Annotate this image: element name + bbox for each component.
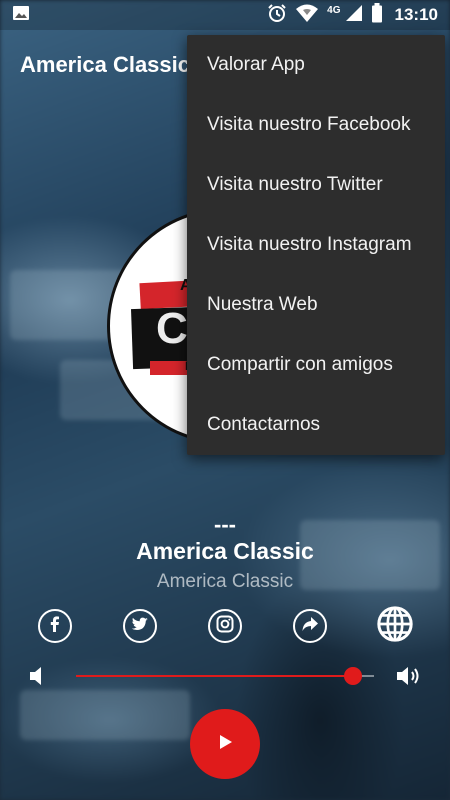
menu-item-instagram[interactable]: Visita nuestro Instagram bbox=[187, 215, 445, 275]
battery-icon bbox=[371, 2, 383, 28]
network-type: 4G bbox=[327, 4, 341, 16]
volume-slider-fill bbox=[76, 675, 354, 677]
instagram-button[interactable] bbox=[208, 609, 242, 643]
app-title: America Classic bbox=[20, 52, 190, 77]
wifi-icon bbox=[295, 3, 319, 28]
image-notification-icon bbox=[12, 5, 30, 26]
website-button[interactable] bbox=[377, 605, 413, 643]
now-playing-text: --- bbox=[214, 512, 236, 537]
play-icon bbox=[216, 733, 234, 756]
facebook-button[interactable] bbox=[38, 609, 72, 643]
menu-item-website[interactable]: Nuestra Web bbox=[187, 275, 445, 335]
cell-signal-icon bbox=[345, 4, 363, 27]
social-buttons-row bbox=[0, 605, 450, 647]
volume-high-icon[interactable] bbox=[395, 664, 421, 688]
menu-item-contact[interactable]: Contactarnos bbox=[187, 395, 445, 455]
instagram-icon bbox=[215, 614, 235, 639]
volume-slider-thumb[interactable] bbox=[344, 667, 363, 685]
globe-icon bbox=[376, 605, 414, 648]
status-bar: 4G 13:10 bbox=[0, 0, 450, 30]
station-name: America Classic bbox=[136, 538, 314, 564]
play-button[interactable] bbox=[190, 709, 260, 779]
volume-low-icon[interactable] bbox=[28, 664, 54, 688]
menu-item-rate-app[interactable]: Valorar App bbox=[187, 35, 445, 95]
alarm-icon bbox=[267, 3, 287, 28]
twitter-button[interactable] bbox=[123, 609, 157, 643]
menu-item-facebook[interactable]: Visita nuestro Facebook bbox=[187, 95, 445, 155]
share-icon bbox=[300, 614, 320, 639]
status-time: 13:10 bbox=[394, 5, 438, 24]
station-subtitle: America Classic bbox=[156, 571, 294, 592]
facebook-icon bbox=[45, 614, 65, 639]
overflow-menu: Valorar App Visita nuestro Facebook Visi… bbox=[187, 35, 445, 455]
volume-slider[interactable] bbox=[76, 667, 374, 685]
menu-item-share[interactable]: Compartir con amigos bbox=[187, 335, 445, 395]
share-button[interactable] bbox=[293, 609, 327, 643]
twitter-icon bbox=[130, 614, 150, 639]
volume-control bbox=[0, 662, 450, 690]
menu-item-twitter[interactable]: Visita nuestro Twitter bbox=[187, 155, 445, 215]
